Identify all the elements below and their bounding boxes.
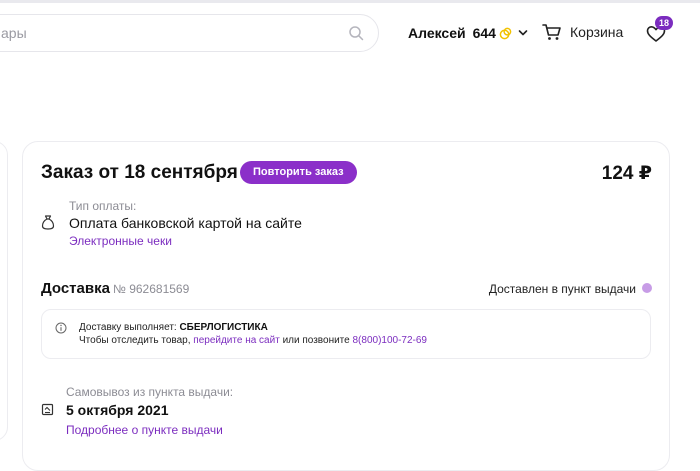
pickup-details-link[interactable]: Подробнее о пункте выдачи [66,423,223,437]
tracking-info: Чтобы отследить товар, перейдите на сайт… [79,335,427,346]
favorites-badge: 18 [655,16,673,30]
track-prefix: Чтобы отследить товар, [79,335,194,346]
delivery-title: Доставка [41,280,110,297]
pickup-date: 5 октября 2021 [66,402,169,418]
phone-link[interactable]: 8(800)100-72-69 [353,335,428,346]
delivery-status: Доставлен в пункт выдачи [488,282,636,296]
status-dot [642,283,652,293]
pickup-point-icon [41,403,54,416]
order-total: 124 ₽ [601,163,652,184]
coin-icon [499,27,512,39]
carrier-name: СБЕРЛОГИСТИКА [179,322,268,333]
pickup-label: Самовывоз из пункта выдачи: [66,385,234,399]
cart-icon [542,24,561,40]
user-name: Алексей [408,25,466,41]
chevron-down-icon [518,30,528,36]
search-placeholder: ары [1,25,27,41]
top-divider [0,0,700,3]
delivery-number: № 962681569 [113,282,190,296]
side-card [0,141,8,441]
user-menu[interactable]: Алексей 644 [408,25,528,41]
carrier-prefix: Доставку выполняет: [79,322,180,333]
search-icon[interactable] [348,25,364,41]
repeat-order-button[interactable]: Повторить заказ [240,161,357,184]
payment-method: Оплата банковской картой на сайте [69,215,302,231]
payment-type-label: Тип оплаты: [69,199,137,213]
search-input[interactable]: ары [0,14,379,52]
money-bag-icon [41,215,55,230]
order-card [22,141,670,471]
info-icon [55,322,67,334]
track-link[interactable]: перейдите на сайт [193,335,280,346]
cart-button[interactable]: Корзина [542,23,623,41]
cart-label: Корзина [570,24,624,40]
order-title: Заказ от 18 сентября [41,162,238,183]
track-middle: или позвоните [279,335,353,346]
carrier-info: Доставку выполняет: СБЕРЛОГИСТИКА [79,322,268,333]
receipts-link[interactable]: Электронные чеки [69,234,172,248]
delivery-info-box [41,309,651,359]
bonus-count: 644 [472,25,496,41]
